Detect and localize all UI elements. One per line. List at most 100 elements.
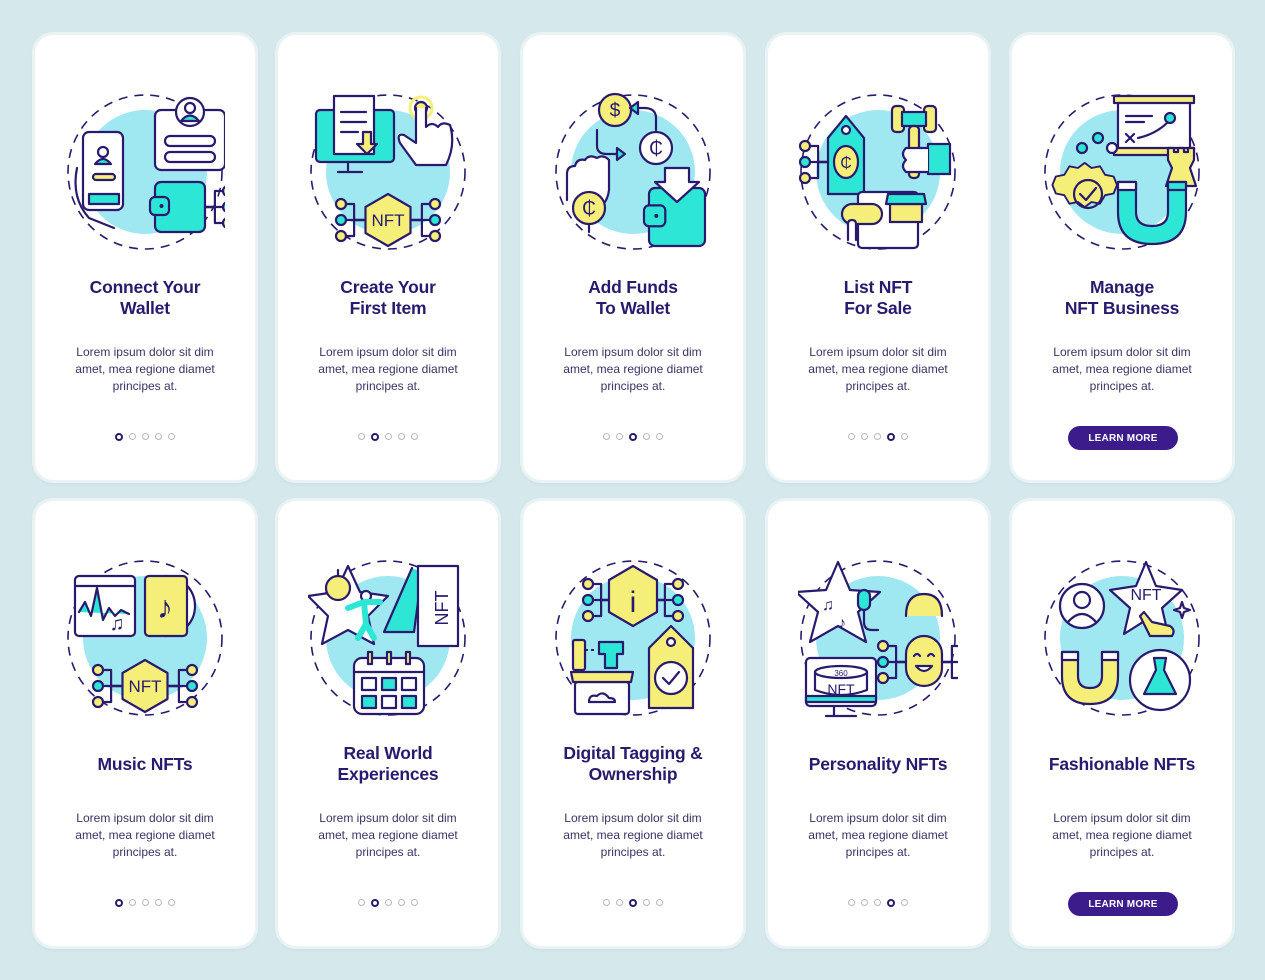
digital-tag-icon: i bbox=[555, 560, 711, 716]
card-description: Lorem ipsum dolor sit dim amet, mea regi… bbox=[318, 345, 458, 393]
fashion-nft-icon: NFT bbox=[1042, 556, 1202, 721]
card-title: Digital Tagging & Ownership bbox=[531, 743, 735, 785]
card-title: Manage NFT Business bbox=[1020, 277, 1224, 319]
svg-text:$: $ bbox=[610, 101, 621, 122]
pagination-dot-3[interactable] bbox=[629, 433, 637, 441]
onboarding-card-3: $ ₵ ₵ Add Funds To Wallet Lorem ipsum dolo… bbox=[523, 35, 743, 480]
pagination-dots bbox=[35, 433, 255, 441]
experience-ticket-icon: NFT bbox=[308, 556, 468, 721]
auction-sale-icon: ₵ bbox=[798, 90, 958, 255]
svg-text:NFT: NFT bbox=[432, 591, 452, 626]
pagination-dot-4[interactable] bbox=[643, 899, 650, 906]
pagination-dot-1[interactable] bbox=[358, 899, 365, 906]
fashion-nft-icon: NFT bbox=[1044, 560, 1200, 716]
pagination-dot-4[interactable] bbox=[887, 899, 895, 907]
personality-nft-icon: ♫♪ 360 NFT bbox=[798, 560, 958, 718]
pagination-dot-4[interactable] bbox=[398, 899, 405, 906]
pagination-dot-5[interactable] bbox=[656, 433, 663, 440]
pagination-dot-1[interactable] bbox=[115, 899, 123, 907]
onboarding-card-9: ♫ ♪ 360 NFT Personality NFTs Lorem ipsum do… bbox=[768, 501, 988, 946]
onboarding-card-2: NFT Create Your First Item Lorem ipsum d… bbox=[278, 35, 498, 480]
pagination-dot-5[interactable] bbox=[168, 433, 175, 440]
card-title: Add Funds To Wallet bbox=[531, 277, 735, 319]
add-funds-icon: $ ₵ ₵ bbox=[555, 92, 711, 250]
card-title-line-1: Create Your bbox=[340, 277, 436, 297]
card-description: Lorem ipsum dolor sit dim amet, mea regi… bbox=[75, 811, 215, 859]
svg-text:♪: ♪ bbox=[838, 615, 846, 632]
svg-text:NFT: NFT bbox=[1130, 587, 1161, 604]
pagination-dot-5[interactable] bbox=[411, 433, 418, 440]
onboarding-card-6: ♫ ♪ NFT Music NFTs Lorem ipsum dolor sit d… bbox=[35, 501, 255, 946]
svg-text:NFT: NFT bbox=[827, 681, 855, 697]
music-nft-icon: ♫ ♪ NFT bbox=[65, 556, 225, 721]
card-title-line-2: For Sale bbox=[844, 298, 912, 318]
svg-text:NFT: NFT bbox=[371, 211, 404, 230]
pagination-dot-5[interactable] bbox=[168, 899, 175, 906]
pagination-dot-4[interactable] bbox=[643, 433, 650, 440]
card-title-line-1: Real World bbox=[343, 743, 433, 763]
card-title-line-1: Connect Your bbox=[89, 277, 201, 297]
svg-text:♪: ♪ bbox=[157, 589, 173, 625]
card-title-line-1: List NFT bbox=[843, 277, 913, 297]
pagination-dot-4[interactable] bbox=[398, 433, 405, 440]
pagination-dot-5[interactable] bbox=[901, 433, 908, 440]
pagination-dot-2[interactable] bbox=[129, 899, 136, 906]
add-funds-icon: $ ₵ ₵ bbox=[553, 90, 713, 255]
learn-more-button[interactable]: LEARN MORE bbox=[1068, 892, 1178, 916]
pagination-dot-3[interactable] bbox=[385, 899, 392, 906]
pagination-dot-2[interactable] bbox=[129, 433, 136, 440]
onboarding-card-7: NFT Real World Experiences Lorem ipsum d… bbox=[278, 501, 498, 946]
onboarding-card-5: Manage NFT Business Lorem ipsum dolor si… bbox=[1012, 35, 1232, 480]
pagination-dot-2[interactable] bbox=[616, 433, 623, 440]
card-title-line-1: Digital Tagging & bbox=[563, 743, 703, 763]
pagination-dot-2[interactable] bbox=[861, 899, 868, 906]
card-title: Fashionable NFTs bbox=[1020, 754, 1224, 775]
svg-text:♫: ♫ bbox=[822, 597, 834, 614]
pagination-dot-5[interactable] bbox=[656, 899, 663, 906]
pagination-dot-5[interactable] bbox=[901, 899, 908, 906]
pagination-dots bbox=[523, 899, 743, 907]
pagination-dot-3[interactable] bbox=[874, 433, 881, 440]
pagination-dot-2[interactable] bbox=[616, 899, 623, 906]
pagination-dot-3[interactable] bbox=[142, 433, 149, 440]
svg-text:♫: ♫ bbox=[110, 613, 125, 635]
card-description: Lorem ipsum dolor sit dim amet, mea regi… bbox=[75, 345, 215, 393]
pagination-dot-1[interactable] bbox=[603, 433, 610, 440]
pagination-dot-3[interactable] bbox=[629, 899, 637, 907]
pagination-dot-4[interactable] bbox=[155, 899, 162, 906]
card-title-line-2: Ownership bbox=[588, 764, 678, 784]
pagination-dot-2[interactable] bbox=[371, 899, 379, 907]
pagination-dot-3[interactable] bbox=[874, 899, 881, 906]
personality-nft-icon: ♫♪ 360 NFT bbox=[798, 556, 958, 721]
card-title-line-2: First Item bbox=[349, 298, 427, 318]
wallet-connect-icon bbox=[67, 94, 225, 250]
svg-text:360: 360 bbox=[834, 669, 848, 678]
card-title: Create Your First Item bbox=[286, 277, 490, 319]
pagination-dot-1[interactable] bbox=[115, 433, 123, 441]
business-strategy-icon bbox=[1042, 90, 1202, 255]
pagination-dot-1[interactable] bbox=[603, 899, 610, 906]
pagination-dots bbox=[768, 899, 988, 907]
pagination-dots bbox=[768, 433, 988, 441]
pagination-dot-2[interactable] bbox=[371, 433, 379, 441]
card-title-line-1: Fashionable NFTs bbox=[1048, 754, 1196, 774]
digital-tag-icon: i bbox=[553, 556, 713, 721]
pagination-dot-2[interactable] bbox=[861, 433, 868, 440]
card-title: Connect Your Wallet bbox=[43, 277, 247, 319]
pagination-dot-1[interactable] bbox=[848, 899, 855, 906]
pagination-dot-3[interactable] bbox=[142, 899, 149, 906]
auction-sale-icon: ₵ bbox=[798, 94, 956, 250]
card-title: Personality NFTs bbox=[776, 754, 980, 775]
pagination-dot-4[interactable] bbox=[887, 433, 895, 441]
card-description: Lorem ipsum dolor sit dim amet, mea regi… bbox=[563, 345, 703, 393]
pagination-dots bbox=[35, 899, 255, 907]
pagination-dot-5[interactable] bbox=[411, 899, 418, 906]
card-description: Lorem ipsum dolor sit dim amet, mea regi… bbox=[1052, 811, 1192, 859]
onboarding-card-8: i Digital Tagging & Ownership Lorem ipsu… bbox=[523, 501, 743, 946]
learn-more-button[interactable]: LEARN MORE bbox=[1068, 426, 1178, 450]
pagination-dot-3[interactable] bbox=[385, 433, 392, 440]
pagination-dot-1[interactable] bbox=[358, 433, 365, 440]
pagination-dot-4[interactable] bbox=[155, 433, 162, 440]
pagination-dot-1[interactable] bbox=[848, 433, 855, 440]
card-title: Music NFTs bbox=[43, 754, 247, 775]
